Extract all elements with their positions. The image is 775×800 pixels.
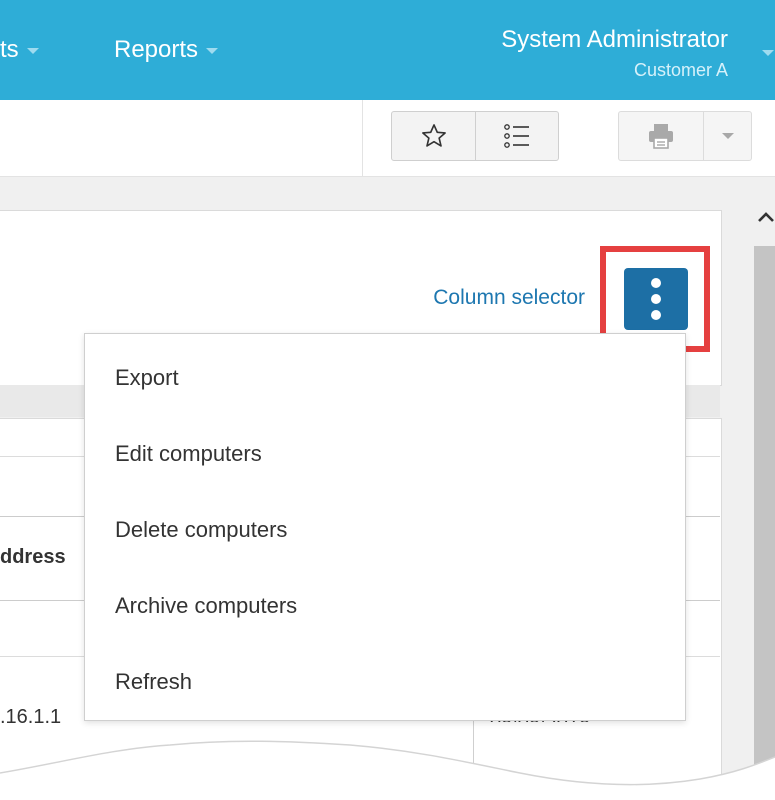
nav-menu-reports[interactable]: Reports: [114, 36, 219, 64]
nav-menu-item-partial[interactable]: ts: [0, 36, 39, 64]
toolbar-divider: [362, 100, 363, 176]
print-button-group: [618, 111, 752, 161]
caret-down-icon: [721, 133, 734, 139]
column-selector-link[interactable]: Column selector: [433, 286, 585, 310]
top-navigation-bar: ts Reports System Administrator Customer…: [0, 0, 775, 100]
torn-edge-decoration: [0, 740, 775, 800]
view-button-group: [391, 111, 559, 161]
menu-item-archive-computers[interactable]: Archive computers: [85, 568, 685, 644]
printer-icon: [649, 124, 674, 149]
table-cell-ip-address: .16.1.1: [0, 706, 62, 728]
scrollbar-thumb[interactable]: [754, 246, 775, 800]
star-outline-icon: [421, 124, 446, 147]
more-actions-dropdown: Export Edit computers Delete computers A…: [84, 333, 686, 721]
nav-menu-item-label: ts: [0, 36, 19, 63]
chevron-down-icon: [206, 47, 219, 54]
user-name[interactable]: System Administrator: [501, 26, 728, 54]
chevron-down-icon: [26, 47, 39, 54]
toolbar: [0, 100, 775, 177]
menu-item-edit-computers[interactable]: Edit computers: [85, 416, 685, 492]
user-organization[interactable]: Customer A: [634, 60, 728, 81]
nav-reports-label: Reports: [114, 36, 199, 63]
menu-item-export[interactable]: Export: [85, 340, 685, 416]
app-window: ts Reports System Administrator Customer…: [0, 0, 775, 800]
user-menu-chevron-icon[interactable]: [762, 50, 774, 56]
list-view-button[interactable]: [475, 112, 558, 160]
column-header-address[interactable]: ddress: [0, 546, 84, 569]
scroll-up-arrow-icon[interactable]: [757, 211, 775, 223]
print-button[interactable]: [619, 112, 703, 160]
menu-item-delete-computers[interactable]: Delete computers: [85, 492, 685, 568]
menu-item-refresh[interactable]: Refresh: [85, 644, 685, 720]
favorite-button[interactable]: [392, 112, 475, 160]
list-icon: [504, 124, 529, 148]
print-options-button[interactable]: [703, 112, 751, 160]
